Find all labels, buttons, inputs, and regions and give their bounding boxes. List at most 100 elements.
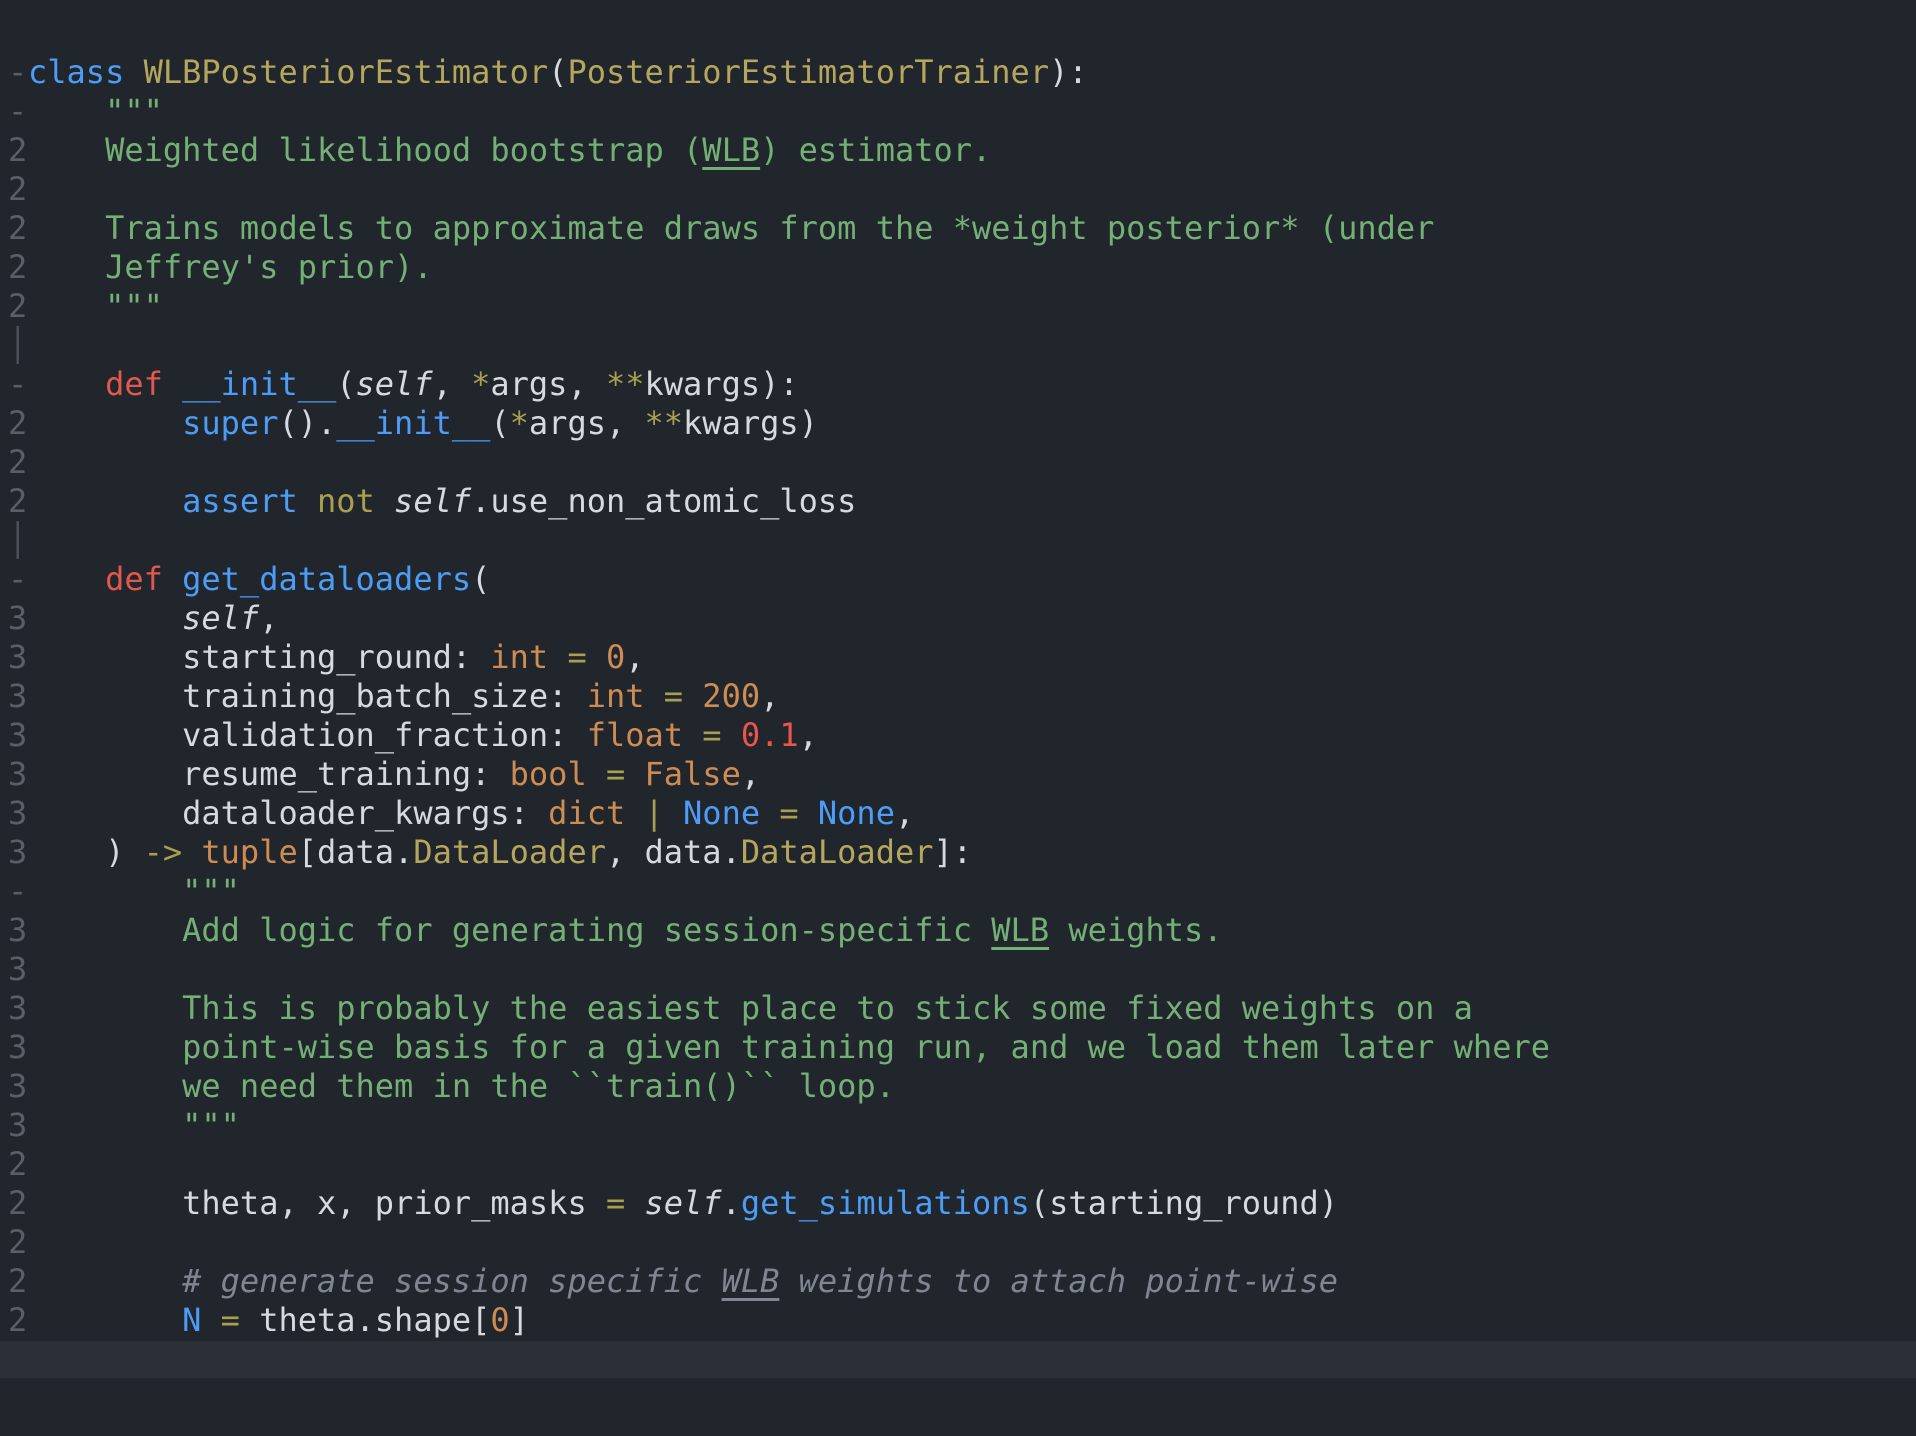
fold-column-cell: 3 [8,911,28,950]
code-token: args, [490,365,606,403]
code-line[interactable]: 2 theta, x, prior_masks = self.get_simul… [8,1184,1916,1223]
code-line[interactable]: - """ [8,872,1916,911]
fold-open-marker[interactable]: - [8,53,28,92]
code-line[interactable]: 2 N = theta.shape[0] [8,1301,1916,1340]
code-token [28,404,182,442]
code-token [375,482,394,520]
code-token: get_simulations [741,1184,1030,1222]
code-token: .use_non_atomic_loss [471,482,856,520]
fold-column-cell: 3 [8,677,28,716]
code-token: __init__ [182,365,336,403]
code-token: = [606,755,625,793]
code-line[interactable]: │ [8,521,1916,560]
code-text: we need them in the ``train()`` loop. [28,1067,895,1105]
code-line[interactable] [8,14,1916,53]
code-token: """ [28,92,163,130]
code-token [28,1301,182,1339]
fold-open-marker[interactable]: - [8,92,28,131]
code-line[interactable]: 2 Weighted likelihood bootstrap (WLB) es… [8,131,1916,170]
code-line[interactable]: 3 we need them in the ``train()`` loop. [8,1067,1916,1106]
code-token: ] [510,1301,529,1339]
code-token: bool [510,755,587,793]
code-token: None [818,794,895,832]
code-text: """ [28,872,240,910]
status-bar: examples/class.py 1,0-1 Top [0,1341,1916,1378]
code-token: kwargs): [645,365,799,403]
code-token: This is probably the easiest place to st… [28,989,1473,1027]
code-token: """ [28,1106,240,1144]
command-line[interactable] [0,1378,1916,1436]
code-token: theta, x, prior_masks [28,1184,606,1222]
code-line[interactable]: │ [8,326,1916,365]
fold-open-marker[interactable]: - [8,560,28,599]
code-token [664,794,683,832]
code-token: , [625,638,644,676]
code-line[interactable]: 3 point-wise basis for a given training … [8,1028,1916,1067]
code-line[interactable]: 2 Trains models to approximate draws fro… [8,209,1916,248]
code-token: * [510,404,529,442]
code-line[interactable]: 3 training_batch_size: int = 200, [8,677,1916,716]
code-line[interactable]: 3 validation_fraction: float = 0.1, [8,716,1916,755]
code-line[interactable]: 3 starting_round: int = 0, [8,638,1916,677]
code-token: ( [490,404,509,442]
code-text: point-wise basis for a given training ru… [28,1028,1550,1066]
code-line[interactable]: 3 self, [8,599,1916,638]
code-line[interactable]: 2 [8,443,1916,482]
code-text: """ [28,92,163,130]
code-token: ** [606,365,645,403]
code-token: """ [28,872,240,910]
fold-column-cell: 3 [8,638,28,677]
code-line[interactable]: 2 [8,1145,1916,1184]
code-line[interactable]: -class WLBPosteriorEstimator(PosteriorEs… [8,53,1916,92]
code-token: Jeffrey's prior). [28,248,433,286]
code-text: class WLBPosteriorEstimator(PosteriorEst… [28,53,1088,91]
code-line[interactable]: 3 Add logic for generating session-speci… [8,911,1916,950]
code-text: Trains models to approximate draws from … [28,209,1434,247]
code-token [722,716,741,754]
code-line[interactable]: 2 [8,170,1916,209]
code-line[interactable]: 2 """ [8,287,1916,326]
code-token: ( [336,365,355,403]
code-line[interactable]: 2 assert not self.use_non_atomic_loss [8,482,1916,521]
editor-viewport[interactable]: -class WLBPosteriorEstimator(PosteriorEs… [0,0,1916,1340]
code-token: dataloader_kwargs: [28,794,548,832]
code-line[interactable]: 2 # generate session specific WLB weight… [8,1262,1916,1301]
code-token: dict [548,794,625,832]
code-token: = [664,677,683,715]
code-text: """ [28,287,163,325]
fold-open-marker[interactable]: - [8,365,28,404]
fold-open-marker[interactable]: - [8,872,28,911]
code-token: , [433,365,472,403]
code-token: ** [645,404,684,442]
code-token: theta.shape[ [240,1301,490,1339]
fold-column-cell: 3 [8,950,28,989]
code-line[interactable]: 3 ) -> tuple[data.DataLoader, data.DataL… [8,833,1916,872]
fold-column-cell: 3 [8,833,28,872]
code-text: super().__init__(*args, **kwargs) [28,404,818,442]
code-token: get_dataloaders [182,560,471,598]
code-token: float [587,716,683,754]
code-token: , [799,716,818,754]
code-line[interactable]: - def get_dataloaders( [8,560,1916,599]
fold-column-cell: 2 [8,131,28,170]
code-line[interactable]: - """ [8,92,1916,131]
code-token: -> [144,833,183,871]
code-line[interactable]: 3 """ [8,1106,1916,1145]
code-line[interactable]: 2 super().__init__(*args, **kwargs) [8,404,1916,443]
code-line[interactable]: 3 [8,950,1916,989]
code-line[interactable]: 3 This is probably the easiest place to … [8,989,1916,1028]
code-line[interactable]: 2 [8,1223,1916,1262]
code-token: ) [28,833,144,871]
code-token [683,716,702,754]
code-token: def [28,560,163,598]
code-token: training_batch_size: [28,677,587,715]
code-token [645,677,664,715]
code-line[interactable]: 3 dataloader_kwargs: dict | None = None, [8,794,1916,833]
code-token: ): [1049,53,1088,91]
code-token: WLBPosteriorEstimator [144,53,549,91]
code-line[interactable]: 2 Jeffrey's prior). [8,248,1916,287]
code-line[interactable]: 3 resume_training: bool = False, [8,755,1916,794]
code-line[interactable]: - def __init__(self, *args, **kwargs): [8,365,1916,404]
fold-column-cell: │ [8,326,28,365]
code-token: weights. [1049,911,1222,949]
